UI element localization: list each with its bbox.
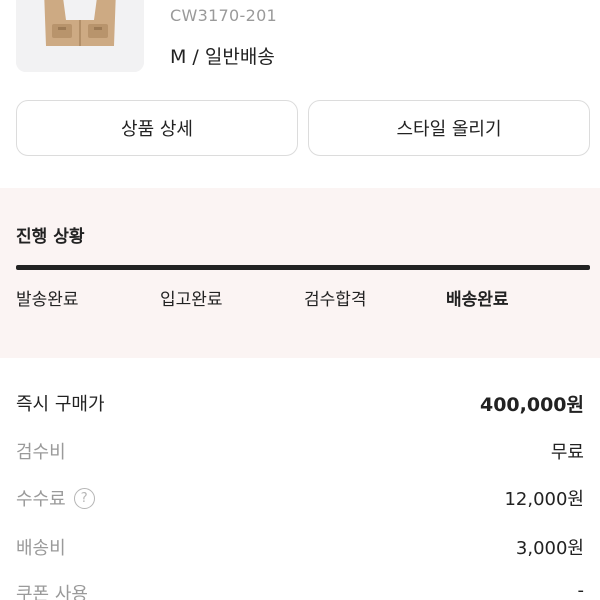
price-row-commission: 수수료 ? 12,000원 (0, 485, 600, 515)
vest-image (16, 0, 144, 72)
progress-title: 진행 상황 (16, 227, 85, 247)
product-summary: CW3170-201 M / 일반배송 (0, 0, 600, 90)
coupon-label: 쿠폰 사용 (16, 584, 88, 600)
coupon-value: - (577, 580, 585, 600)
product-sku: CW3170-201 (170, 6, 278, 25)
inspection-fee-label: 검수비 (16, 442, 66, 463)
product-detail-button[interactable]: 상품 상세 (16, 100, 298, 156)
shipping-fee-label: 배송비 (16, 538, 66, 559)
step-received: 입고완료 (160, 290, 223, 310)
step-delivered: 배송완료 (446, 290, 509, 310)
price-row-buy-now: 즉시 구매가 400,000원 (0, 390, 600, 420)
step-inspection-passed: 검수합격 (304, 290, 367, 310)
product-thumbnail[interactable] (16, 0, 144, 72)
question-circle-icon[interactable]: ? (73, 487, 95, 509)
product-option: M / 일반배송 (170, 46, 275, 68)
commission-label: 수수료 (16, 489, 66, 510)
progress-bar (16, 265, 590, 270)
inspection-fee-value: 무료 (550, 442, 584, 463)
price-row-coupon: 쿠폰 사용 - (0, 580, 600, 600)
buy-now-value: 400,000원 (479, 394, 584, 416)
commission-label-group: 수수료 ? (16, 485, 95, 511)
price-row-shipping-fee: 배송비 3,000원 (0, 534, 600, 564)
post-style-button[interactable]: 스타일 올리기 (308, 100, 590, 156)
progress-section: 진행 상황 발송완료 입고완료 검수합격 배송완료 (0, 188, 600, 358)
step-shipped: 발송완료 (16, 290, 79, 310)
shipping-fee-value: 3,000원 (515, 538, 584, 559)
buy-now-label: 즉시 구매가 (16, 394, 105, 415)
commission-value: 12,000원 (504, 489, 584, 510)
price-row-inspection-fee: 검수비 무료 (0, 438, 600, 468)
